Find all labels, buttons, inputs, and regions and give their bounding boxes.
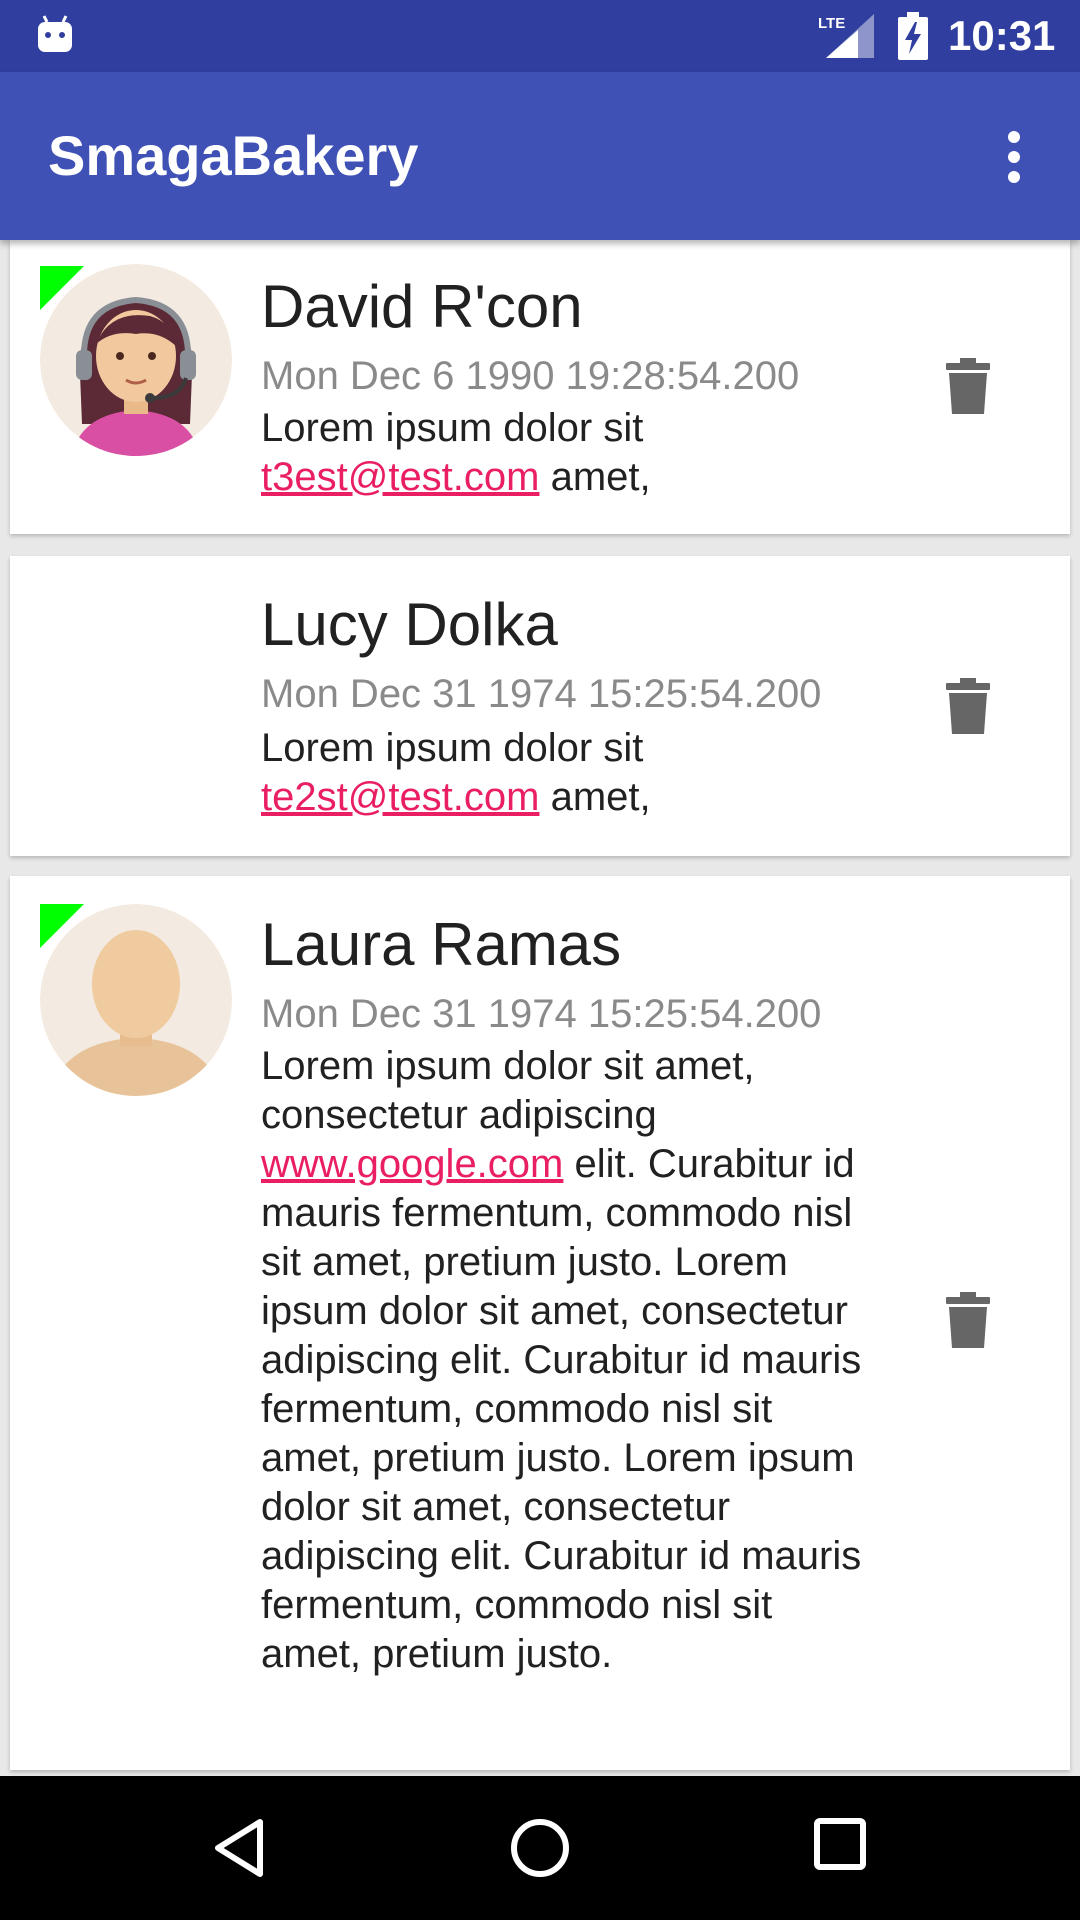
sender-name: Laura Ramas [261,911,622,978]
message-body: Lorem ipsum dolor sit amet, consectetur … [261,1044,862,1676]
trash-icon[interactable] [946,678,990,734]
more-vert-icon[interactable] [1002,130,1026,184]
sender-name: David R'con [261,273,583,340]
list-item[interactable]: Lucy Dolka Mon Dec 31 1974 15:25:54.200 … [10,556,1070,856]
sender-name: Lucy Dolka [261,591,558,658]
home-icon[interactable] [508,1816,572,1880]
email-link[interactable]: t3est@test.com [261,455,539,499]
battery-charging-icon [898,12,928,60]
trash-icon[interactable] [946,1292,990,1348]
svg-text:LTE: LTE [818,15,845,32]
message-date: Mon Dec 31 1974 15:25:54.200 [261,992,822,1036]
support-agent-avatar[interactable] [40,264,232,456]
recents-icon[interactable] [812,1816,868,1872]
android-icon [38,15,72,52]
email-link[interactable]: te2st@test.com [261,775,539,819]
message-body: Lorem ipsum dolor sit t3est@test.com ame… [261,406,651,499]
default-person-avatar[interactable] [40,904,232,1096]
navigation-bar [0,1776,1080,1920]
message-body: Lorem ipsum dolor sit te2st@test.com ame… [261,726,651,819]
list-item[interactable]: David R'con Mon Dec 6 1990 19:28:54.200 … [10,240,1070,534]
app-bar: SmagaBakery [0,72,1080,240]
url-link[interactable]: www.google.com [261,1142,563,1186]
lte-signal-icon: LTE [818,14,874,58]
back-icon[interactable] [210,1816,270,1880]
message-date: Mon Dec 31 1974 15:25:54.200 [261,672,822,716]
trash-icon[interactable] [946,358,990,414]
status-time: 10:31 [948,12,1056,59]
status-bar: LTE 10:31 [0,0,1080,72]
message-date: Mon Dec 6 1990 19:28:54.200 [261,354,800,398]
list-item[interactable]: Laura Ramas Mon Dec 31 1974 15:25:54.200… [10,876,1070,1770]
app-title: SmagaBakery [48,124,419,187]
